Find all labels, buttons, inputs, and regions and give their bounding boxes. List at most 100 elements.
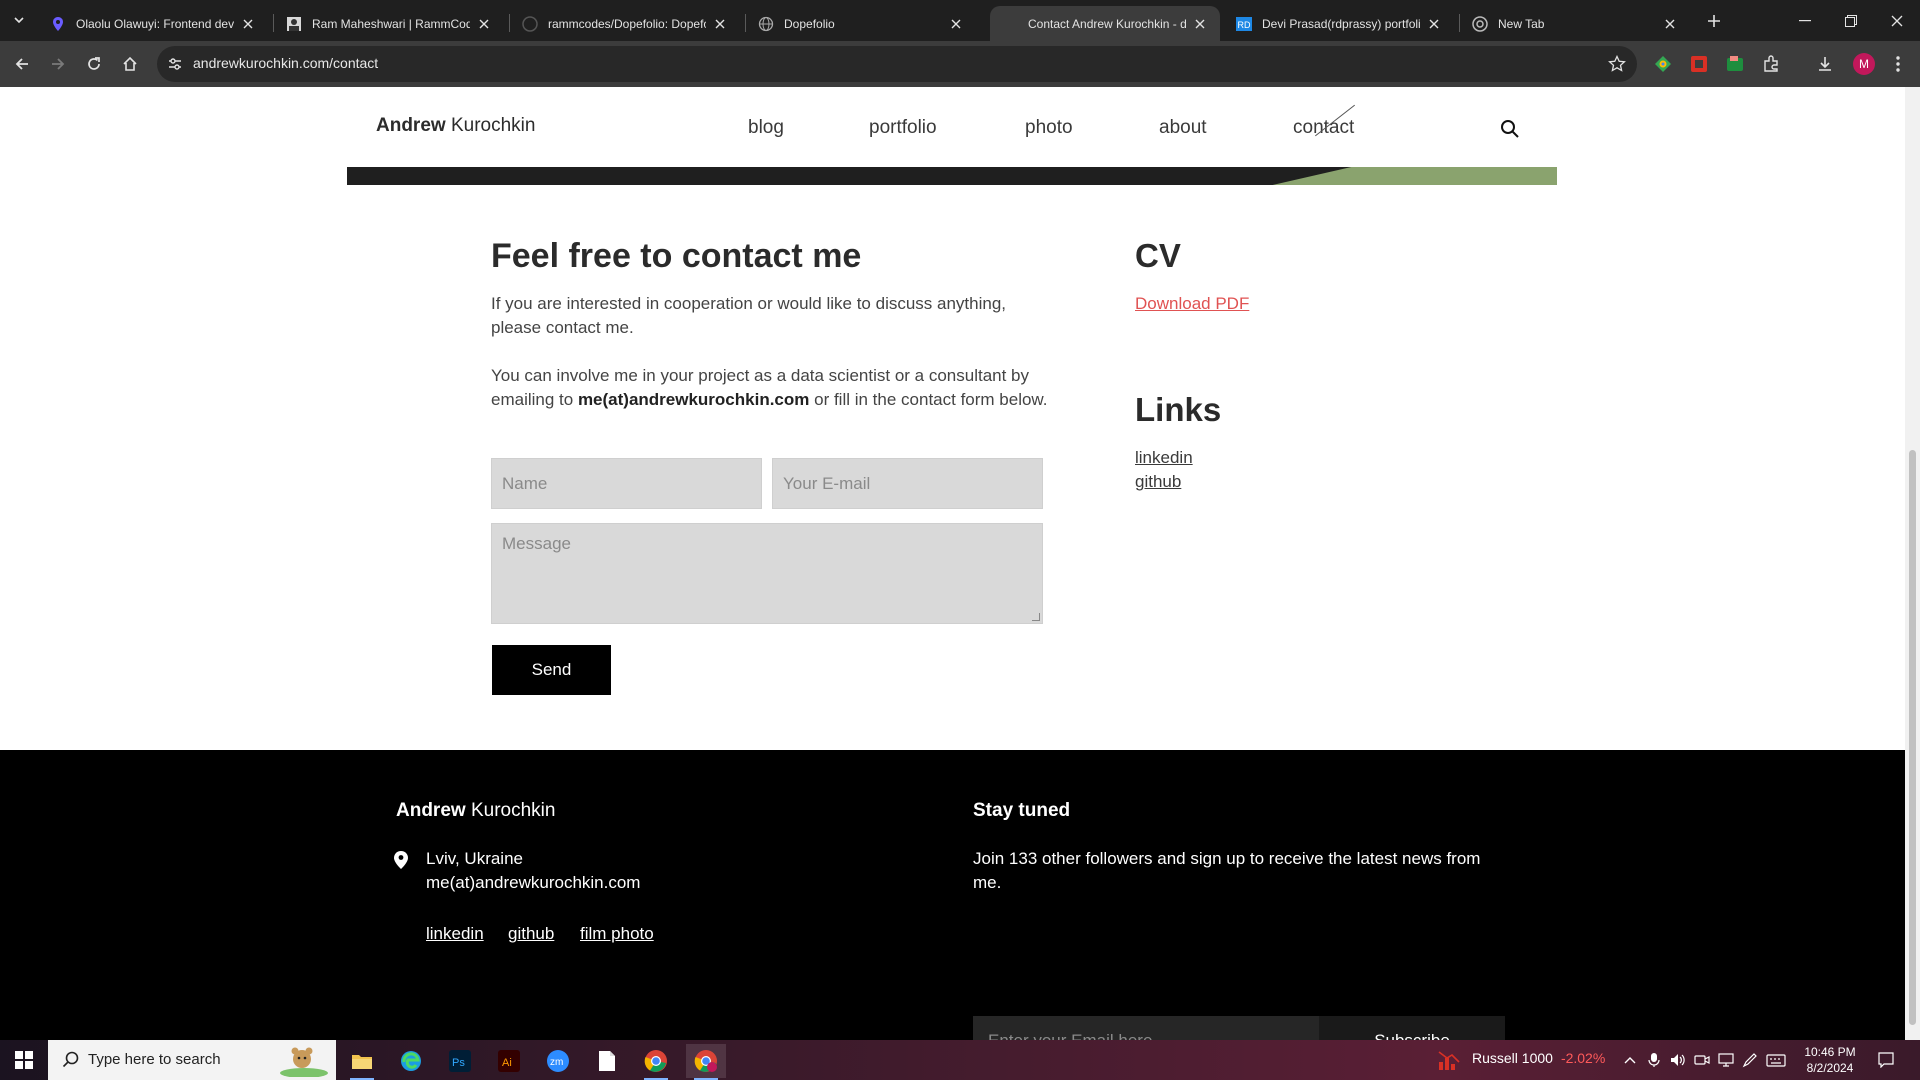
edge-icon (401, 1051, 421, 1071)
arrow-left-icon (15, 58, 28, 70)
meet-now-tray[interactable] (1692, 1050, 1712, 1070)
email-field[interactable]: Your E-mail (772, 458, 1043, 509)
chevron-up-icon (1624, 1057, 1636, 1064)
nav-about[interactable]: about (1159, 117, 1207, 139)
footer-linkedin-link[interactable]: linkedin (426, 924, 484, 944)
subscribe-button[interactable]: Subscribe (1319, 1016, 1505, 1040)
blank-icon (1002, 16, 1018, 32)
browser-tab[interactable]: Ram Maheshwari | RammCodes (274, 6, 504, 41)
close-tab-icon[interactable] (712, 16, 728, 32)
extension-colorful-icon[interactable] (1653, 54, 1673, 74)
edge-app[interactable] (391, 1044, 431, 1078)
show-hidden-icons-button[interactable] (1620, 1050, 1640, 1070)
minimize-button[interactable] (1780, 0, 1830, 41)
message-placeholder: Message (502, 534, 571, 553)
photoshop-app[interactable]: Ps (440, 1044, 480, 1078)
pen-tray[interactable] (1740, 1050, 1760, 1070)
site-footer: Andrew Kurochkin Lviv, Ukraine me(at)and… (0, 750, 1905, 1040)
send-button[interactable]: Send (492, 645, 611, 695)
site-logo[interactable]: Andrew Kurochkin (376, 115, 535, 137)
chrome-icon (644, 1050, 667, 1072)
address-bar[interactable]: andrewkurochkin.com/contact (157, 46, 1637, 82)
browser-tab[interactable]: rammcodes/Dopefolio: Dopefo (510, 6, 740, 41)
search-icon[interactable] (1500, 119, 1520, 139)
nav-photo[interactable]: photo (1025, 117, 1073, 139)
close-tab-icon[interactable] (1426, 16, 1442, 32)
microphone-tray[interactable] (1644, 1050, 1664, 1070)
close-window-button[interactable] (1872, 0, 1920, 41)
stock-chart-icon[interactable] (1438, 1050, 1460, 1070)
name-placeholder: Name (502, 473, 548, 493)
footer-film-photo-link[interactable]: film photo (580, 924, 654, 944)
file-explorer-app[interactable] (342, 1044, 382, 1080)
nav-blog[interactable]: blog (748, 117, 784, 139)
taskbar-search-box[interactable]: Type here to search (48, 1040, 336, 1080)
browser-tab[interactable]: RD Devi Prasad(rdprassy) portfolio (1224, 6, 1454, 41)
close-tab-icon[interactable] (240, 16, 256, 32)
page-scrollbar[interactable] (1905, 87, 1920, 1040)
footer-location: Lviv, Ukraine (426, 849, 523, 868)
new-tab-button[interactable] (1704, 11, 1724, 31)
footer-brand[interactable]: Andrew Kurochkin (396, 800, 555, 822)
site-settings-icon[interactable] (167, 56, 183, 72)
bookmark-star-button[interactable] (1607, 54, 1627, 74)
extension-green-icon[interactable] (1725, 54, 1745, 74)
browser-tab[interactable]: Dopefolio (746, 6, 976, 41)
notepad-app[interactable] (587, 1044, 627, 1078)
extensions-puzzle-icon[interactable] (1761, 54, 1781, 74)
kebab-menu-icon[interactable] (1888, 54, 1908, 74)
search-icon (62, 1051, 79, 1068)
subscribe-email-input[interactable]: Enter your Email here (973, 1016, 1319, 1040)
zoom-app[interactable]: zm (538, 1044, 578, 1078)
windows-taskbar: Type here to search Ps Ai zm Russell 100… (0, 1040, 1920, 1080)
keyboard-tray[interactable] (1766, 1050, 1786, 1070)
tab-title: Devi Prasad(rdprassy) portfolio (1262, 16, 1420, 31)
taskbar-clock[interactable]: 10:46 PM 8/2/2024 (1800, 1044, 1860, 1076)
location-pin-icon (394, 851, 408, 869)
download-pdf-link[interactable]: Download PDF (1135, 294, 1249, 314)
close-tab-icon[interactable] (1192, 16, 1208, 32)
scrollbar-thumb[interactable] (1909, 450, 1916, 1025)
extension-red-icon[interactable] (1689, 54, 1709, 74)
nav-portfolio[interactable]: portfolio (869, 117, 937, 139)
sidebar-github-link[interactable]: github (1135, 472, 1181, 492)
home-button[interactable] (118, 52, 142, 76)
browser-tab[interactable]: Olaolu Olawuyi: Frontend deve (38, 6, 268, 41)
tab-search-button[interactable] (8, 9, 30, 31)
sidebar-linkedin-link[interactable]: linkedin (1135, 448, 1193, 468)
windows-logo-icon (15, 1051, 33, 1069)
footer-brand-last: Kurochkin (470, 800, 556, 821)
close-tab-icon[interactable] (948, 16, 964, 32)
message-field[interactable]: Message (491, 523, 1043, 624)
ticker-name: Russell 1000 (1472, 1050, 1553, 1066)
restore-button[interactable] (1826, 0, 1876, 41)
forward-button[interactable] (46, 52, 70, 76)
start-button[interactable] (0, 1040, 48, 1080)
clock-time: 10:46 PM (1804, 1045, 1856, 1059)
close-tab-icon[interactable] (1662, 16, 1678, 32)
github-icon (522, 15, 538, 32)
zoom-icon: zm (547, 1050, 569, 1072)
name-field[interactable]: Name (491, 458, 762, 509)
chrome-app[interactable] (636, 1044, 676, 1080)
svg-text:Ps: Ps (452, 1057, 465, 1069)
document-icon (599, 1051, 615, 1071)
download-icon[interactable] (1815, 54, 1835, 74)
reload-button[interactable] (82, 52, 106, 76)
illustrator-icon: Ai (498, 1050, 520, 1072)
volume-tray[interactable] (1668, 1050, 1688, 1070)
folder-icon (352, 1055, 372, 1069)
notifications-button[interactable] (1876, 1050, 1896, 1070)
network-tray[interactable] (1716, 1050, 1736, 1070)
browser-tab-active[interactable]: Contact Andrew Kurochkin - da (990, 6, 1220, 41)
browser-tab[interactable]: New Tab (1460, 6, 1690, 41)
chrome-profile-app[interactable] (686, 1044, 726, 1080)
svg-text:RD: RD (1238, 20, 1251, 30)
illustrator-app[interactable]: Ai (489, 1044, 529, 1078)
footer-github-link[interactable]: github (508, 924, 554, 944)
close-tab-icon[interactable] (476, 16, 492, 32)
profile-avatar[interactable]: M (1853, 53, 1875, 75)
back-button[interactable] (10, 52, 34, 76)
resize-handle[interactable] (1032, 613, 1040, 621)
stock-ticker[interactable]: Russell 1000 -2.02% (1472, 1050, 1605, 1066)
